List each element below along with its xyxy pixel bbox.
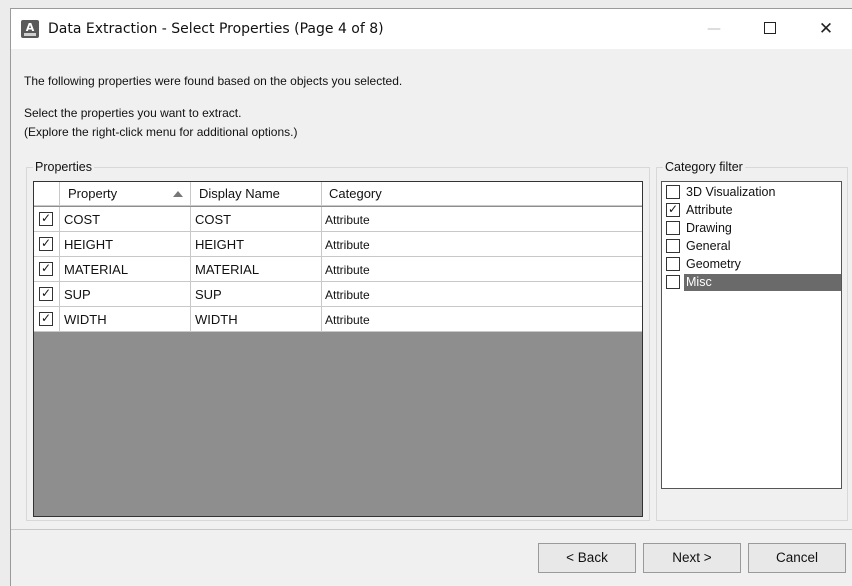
- property-cell: HEIGHT: [60, 232, 191, 256]
- property-cell: SUP: [60, 282, 191, 306]
- properties-group-label: Properties: [33, 160, 94, 174]
- filter-checkbox[interactable]: ✓: [666, 202, 680, 217]
- sort-ascending-icon: [173, 191, 183, 197]
- category: Attribute: [325, 263, 370, 277]
- display-name: SUP: [195, 287, 222, 302]
- filter-item-label: 3D Visualization: [686, 185, 776, 199]
- properties-grid[interactable]: Property Display Name Category ✓ COST CO…: [33, 181, 643, 517]
- display-name-cell[interactable]: MATERIAL: [191, 257, 322, 281]
- footer-separator: [11, 529, 852, 530]
- row-checkbox[interactable]: ✓: [39, 236, 53, 251]
- autocad-app-icon: [21, 20, 39, 38]
- intro-text: The following properties were found base…: [24, 74, 403, 88]
- column-header-category[interactable]: Category: [322, 182, 642, 205]
- filter-item-label: Drawing: [686, 221, 732, 235]
- filter-item-label: General: [686, 239, 731, 253]
- category-cell: Attribute: [322, 257, 642, 281]
- row-check-cell: ✓: [34, 282, 60, 306]
- table-row[interactable]: ✓ WIDTH WIDTH Attribute: [34, 307, 642, 332]
- row-check-cell: ✓: [34, 257, 60, 281]
- filter-item-3d-visualization[interactable]: 3D Visualization: [664, 184, 841, 202]
- category-filter-list[interactable]: 3D Visualization ✓ Attribute Drawing Gen…: [661, 181, 842, 489]
- category-filter-label: Category filter: [663, 160, 745, 174]
- display-name: HEIGHT: [195, 237, 245, 252]
- title-bar: Data Extraction - Select Properties (Pag…: [11, 9, 852, 49]
- grid-header: Property Display Name Category: [34, 182, 642, 206]
- cancel-button[interactable]: Cancel: [748, 543, 846, 573]
- filter-checkbox[interactable]: [666, 221, 680, 235]
- row-checkbox[interactable]: ✓: [39, 261, 53, 276]
- category: Attribute: [325, 313, 370, 327]
- column-header-property[interactable]: Property: [60, 182, 191, 205]
- property-name: HEIGHT: [64, 237, 114, 252]
- checkmark-icon: ✓: [41, 211, 52, 225]
- row-check-cell: ✓: [34, 307, 60, 331]
- category-cell: Attribute: [322, 232, 642, 256]
- property-name: COST: [64, 212, 101, 227]
- filter-checkbox[interactable]: [666, 239, 680, 253]
- display-name-cell[interactable]: SUP: [191, 282, 322, 306]
- maximize-icon: [764, 22, 776, 34]
- property-cell: MATERIAL: [60, 257, 191, 281]
- property-name: SUP: [64, 287, 91, 302]
- filter-item-attribute[interactable]: ✓ Attribute: [664, 202, 841, 220]
- instruction-text: Select the properties you want to extrac…: [24, 106, 242, 120]
- property-name: MATERIAL: [64, 262, 129, 277]
- checkmark-icon: ✓: [41, 286, 52, 300]
- row-checkbox[interactable]: ✓: [39, 286, 53, 301]
- category: Attribute: [325, 213, 370, 227]
- data-extraction-dialog: Data Extraction - Select Properties (Pag…: [10, 8, 852, 586]
- filter-item-drawing[interactable]: Drawing: [664, 220, 841, 238]
- back-button[interactable]: < Back: [538, 543, 636, 573]
- row-checkbox[interactable]: ✓: [39, 311, 53, 326]
- hint-text: (Explore the right-click menu for additi…: [24, 125, 298, 139]
- table-row[interactable]: ✓ COST COST Attribute: [34, 207, 642, 232]
- filter-checkbox[interactable]: [666, 185, 680, 199]
- display-name: COST: [195, 212, 232, 227]
- category-cell: Attribute: [322, 207, 642, 231]
- filter-item-general[interactable]: General: [664, 238, 841, 256]
- row-check-cell: ✓: [34, 207, 60, 231]
- property-name: WIDTH: [64, 312, 107, 327]
- row-checkbox[interactable]: ✓: [39, 211, 53, 226]
- checkmark-icon: ✓: [41, 311, 52, 325]
- column-header-display-name[interactable]: Display Name: [191, 182, 322, 205]
- checkmark-icon: ✓: [41, 236, 52, 250]
- next-button[interactable]: Next >: [643, 543, 741, 573]
- header-check-column: [34, 182, 60, 205]
- filter-item-label: Attribute: [686, 203, 733, 217]
- minimize-button[interactable]: —: [691, 9, 737, 49]
- filter-checkbox[interactable]: [666, 257, 680, 271]
- table-row[interactable]: ✓ SUP SUP Attribute: [34, 282, 642, 307]
- filter-item-misc[interactable]: Misc: [664, 274, 841, 292]
- row-check-cell: ✓: [34, 232, 60, 256]
- table-row[interactable]: ✓ MATERIAL MATERIAL Attribute: [34, 257, 642, 282]
- column-header-display-name-label: Display Name: [199, 186, 280, 201]
- filter-checkbox[interactable]: [666, 275, 680, 289]
- window-title: Data Extraction - Select Properties (Pag…: [48, 21, 384, 37]
- filter-item-label: Misc: [684, 274, 841, 291]
- filter-item-geometry[interactable]: Geometry: [664, 256, 841, 274]
- category: Attribute: [325, 238, 370, 252]
- checkmark-icon: ✓: [41, 261, 52, 275]
- display-name-cell[interactable]: WIDTH: [191, 307, 322, 331]
- display-name-cell[interactable]: HEIGHT: [191, 232, 322, 256]
- column-header-category-label: Category: [329, 186, 382, 201]
- display-name: MATERIAL: [195, 262, 260, 277]
- display-name: WIDTH: [195, 312, 238, 327]
- category: Attribute: [325, 288, 370, 302]
- checkmark-icon: ✓: [668, 202, 679, 216]
- filter-item-label: Geometry: [686, 257, 741, 271]
- table-row[interactable]: ✓ HEIGHT HEIGHT Attribute: [34, 232, 642, 257]
- close-button[interactable]: ✕: [803, 9, 849, 49]
- category-cell: Attribute: [322, 282, 642, 306]
- property-cell: COST: [60, 207, 191, 231]
- property-cell: WIDTH: [60, 307, 191, 331]
- maximize-button[interactable]: [747, 9, 793, 49]
- column-header-property-label: Property: [68, 186, 118, 201]
- display-name-cell[interactable]: COST: [191, 207, 322, 231]
- category-cell: Attribute: [322, 307, 642, 331]
